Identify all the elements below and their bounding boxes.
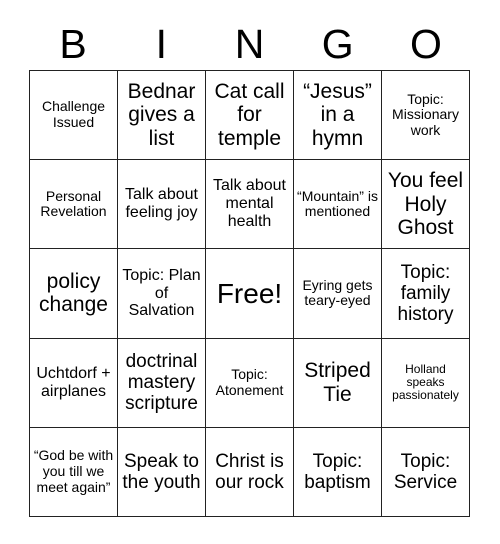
bingo-cell-label: Speak to the youth — [122, 450, 201, 493]
bingo-cell-r1c4[interactable]: “Jesus” in a hymn — [294, 71, 382, 161]
bingo-card: B I N G O Challenge Issued Bednar gives a lis… — [0, 0, 500, 544]
bingo-cell-r1c2[interactable]: Bednar gives a list — [118, 71, 206, 161]
bingo-cell-r2c5[interactable]: You feel Holy Ghost — [382, 160, 470, 250]
bingo-header-letter-g: G — [321, 20, 354, 67]
bingo-free-space[interactable]: Free! — [206, 249, 294, 339]
bingo-cell-r4c4[interactable]: Striped Tie — [294, 338, 382, 428]
bingo-cell-label: Challenge Issued — [41, 98, 106, 131]
bingo-cell-r2c2[interactable]: Talk about feeling joy — [118, 160, 206, 250]
bingo-cell-r5c3[interactable]: Christ is our rock — [206, 427, 294, 517]
bingo-cell-label: Cat call for temple — [214, 79, 285, 150]
bingo-cell-label: “Jesus” in a hymn — [303, 79, 372, 150]
bingo-cell-label: Topic: Service — [393, 450, 458, 493]
bingo-grid: Challenge Issued Bednar gives a list Cat c… — [29, 70, 470, 517]
bingo-cell-r4c2[interactable]: doctrinal mastery scripture — [118, 338, 206, 428]
bingo-cell-r1c1[interactable]: Challenge Issued — [30, 71, 118, 161]
bingo-cell-label: Christ is our rock — [215, 450, 284, 493]
bingo-cell-label: doctrinal mastery scripture — [125, 350, 198, 415]
bingo-cell-label: Talk about mental health — [213, 177, 286, 231]
bingo-cell-r5c5[interactable]: Topic: Service — [382, 427, 470, 517]
bingo-cell-r2c4[interactable]: “Mountain” is mentioned — [294, 160, 382, 250]
bingo-cell-r2c1[interactable]: Personal Revelation — [30, 160, 118, 250]
bingo-cell-r4c3[interactable]: Topic: Atonement — [206, 338, 294, 428]
bingo-cell-label: Topic: Missionary work — [392, 90, 459, 138]
bingo-header-letter-n: N — [234, 20, 265, 67]
bingo-cell-label: Striped Tie — [304, 359, 371, 406]
bingo-cell-r5c1[interactable]: “God be with you till we meet again” — [30, 427, 118, 517]
bingo-cell-label: Topic: family history — [397, 261, 454, 326]
bingo-cell-label: Free! — [216, 277, 283, 309]
bingo-cell-r5c2[interactable]: Speak to the youth — [118, 427, 206, 517]
bingo-cell-label: Topic: baptism — [304, 450, 371, 493]
bingo-cell-label: Personal Revelation — [40, 187, 107, 220]
bingo-cell-r3c1[interactable]: policy change — [30, 249, 118, 339]
bingo-header-letter-i: I — [155, 20, 167, 67]
bingo-cell-r5c4[interactable]: Topic: baptism — [294, 427, 382, 517]
bingo-cell-r1c5[interactable]: Topic: Missionary work — [382, 71, 470, 161]
bingo-cell-r1c3[interactable]: Cat call for temple — [206, 71, 294, 161]
bingo-cell-label: “God be with you till we meet again” — [33, 447, 114, 495]
bingo-cell-label: Topic: Atonement — [215, 366, 284, 398]
bingo-header-letter-b: B — [59, 20, 87, 67]
bingo-cell-label: “Mountain” is mentioned — [297, 187, 378, 220]
bingo-cell-label: policy change — [39, 269, 108, 317]
bingo-cell-label: You feel Holy Ghost — [387, 169, 464, 240]
bingo-cell-r3c4[interactable]: Eyring gets teary-eyed — [294, 249, 382, 339]
bingo-cell-label: Eyring gets teary-eyed — [302, 276, 373, 309]
bingo-cell-label: Holland speaks passionately — [392, 361, 459, 403]
bingo-cell-label: Bednar gives a list — [127, 79, 196, 150]
bingo-cell-r3c5[interactable]: Topic: family history — [382, 249, 470, 339]
bingo-header: BINGO — [29, 18, 470, 70]
bingo-cell-r2c3[interactable]: Talk about mental health — [206, 160, 294, 250]
bingo-cell-r4c1[interactable]: Uchtdorf + airplanes — [30, 338, 118, 428]
bingo-cell-label: Topic: Plan of Salvation — [122, 266, 201, 320]
bingo-cell-label: Uchtdorf + airplanes — [36, 364, 111, 400]
bingo-header-letter-o: O — [409, 20, 442, 67]
bingo-cell-r3c2[interactable]: Topic: Plan of Salvation — [118, 249, 206, 339]
bingo-cell-r4c5[interactable]: Holland speaks passionately — [382, 338, 470, 428]
bingo-cell-label: Talk about feeling joy — [125, 186, 198, 222]
